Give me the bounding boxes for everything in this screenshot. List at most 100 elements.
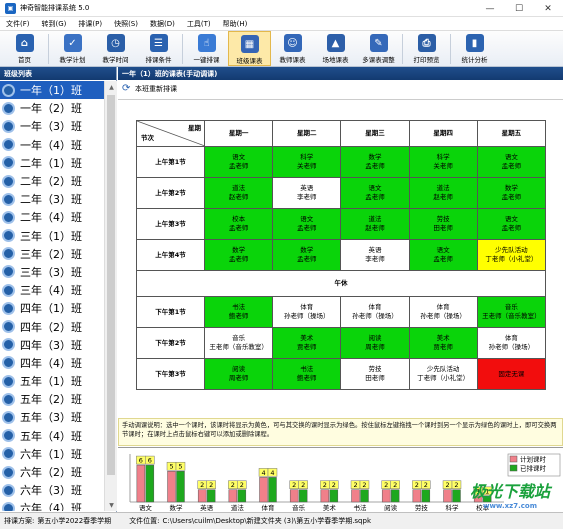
lesson-cell[interactable]: 音乐 王老师（音乐教室）: [476, 296, 547, 328]
class-list-item[interactable]: 三年（3）班: [0, 263, 104, 281]
lesson-cell[interactable]: 语文 孟老师: [203, 146, 274, 178]
class-list-item[interactable]: 五年（3）班: [0, 408, 104, 426]
toolbar-button[interactable]: ☰ 排课条件: [137, 31, 180, 66]
class-list-item[interactable]: 六年（1）班: [0, 445, 104, 463]
lesson-cell[interactable]: 阅读 周老师: [203, 358, 274, 390]
day-header: 星期二: [272, 120, 342, 147]
class-list-item[interactable]: 三年（1）班: [0, 227, 104, 245]
menu-item[interactable]: 工具(T): [181, 19, 217, 29]
lesson-cell[interactable]: 语文 孟老师: [476, 208, 547, 240]
menu-item[interactable]: 快照(S): [108, 19, 144, 29]
class-list-item[interactable]: 二年（4）班: [0, 208, 104, 226]
toolbar-button[interactable]: ◷ 教学时间: [94, 31, 137, 66]
toolbar-button[interactable]: ☺ 教师课表: [271, 31, 314, 66]
class-list-item[interactable]: 一年（3）班: [0, 117, 104, 135]
class-list-item[interactable]: 五年（4）班: [0, 427, 104, 445]
lesson-cell[interactable]: 道法 赵老师: [203, 177, 274, 209]
toolbar-button[interactable]: ⎙ 打印预览: [405, 31, 448, 66]
class-list-item[interactable]: 五年（1）班: [0, 372, 104, 390]
class-list-scrollbar[interactable]: ▲ ▼: [104, 81, 117, 511]
scroll-down-icon[interactable]: ▼: [105, 499, 118, 511]
lesson-cell[interactable]: 道法 赵老师: [408, 177, 478, 209]
toolbar-button[interactable]: ☝ 一键排课: [185, 31, 228, 66]
scheme-label: 排课方案:: [4, 517, 35, 525]
scrollbar-thumb[interactable]: [107, 95, 115, 475]
scroll-up-icon[interactable]: ▲: [105, 81, 118, 93]
toolbar-button[interactable]: ✎ 多课表调整: [357, 31, 400, 66]
lesson-cell[interactable]: 数学 孟老师: [272, 239, 342, 271]
lesson-cell[interactable]: 书法 鲍老师: [272, 358, 342, 390]
menu-item[interactable]: 排课(P): [72, 19, 108, 29]
class-list-item[interactable]: 一年（4）班: [0, 136, 104, 154]
lesson-cell[interactable]: 英语 李老师: [272, 177, 342, 209]
lesson-cell[interactable]: 劳技 田老师: [340, 358, 410, 390]
lesson-cell[interactable]: 少先队活动 丁老师（小礼堂）: [476, 239, 547, 271]
class-list-item[interactable]: 一年（2）班: [0, 99, 104, 117]
class-name: 六年（3）班: [20, 484, 82, 498]
lesson-subject: 道法: [368, 215, 382, 223]
chart-value-label: 2: [415, 481, 419, 489]
lesson-cell[interactable]: 英语 李老师: [340, 239, 410, 271]
reschedule-button[interactable]: ⟳ 本班重新排课: [122, 84, 177, 94]
lesson-cell[interactable]: 语文 孟老师: [408, 239, 478, 271]
lesson-cell[interactable]: 科学 关老师: [272, 146, 342, 178]
lesson-cell[interactable]: 少先队活动 丁老师（小礼堂）: [408, 358, 478, 390]
class-list-item[interactable]: 二年（2）班: [0, 172, 104, 190]
class-list-item[interactable]: 二年（1）班: [0, 154, 104, 172]
lesson-cell[interactable]: 体育 孙老师（操场）: [340, 296, 410, 328]
lesson-teacher: 孟老师: [297, 224, 317, 232]
toolbar-button[interactable]: ✓ 教学计划: [51, 31, 94, 66]
lesson-cell[interactable]: 数学 孟老师: [340, 146, 410, 178]
lesson-cell[interactable]: 语文 孟老师: [476, 146, 547, 178]
menu-item[interactable]: 数据(D): [144, 19, 181, 29]
lesson-cell[interactable]: 美术 贾老师: [272, 327, 342, 359]
lesson-cell[interactable]: 体育 孙老师（操场）: [476, 327, 547, 359]
lesson-cell[interactable]: 美术 贾老师: [408, 327, 478, 359]
lesson-subject: 数学: [300, 246, 314, 254]
class-list-item[interactable]: 四年（1）班: [0, 299, 104, 317]
maximize-icon[interactable]: ☐: [505, 0, 533, 17]
lesson-subject: 书法: [232, 303, 246, 311]
lesson-cell[interactable]: 道法 赵老师: [340, 208, 410, 240]
class-icon: [2, 374, 15, 388]
minimize-icon[interactable]: —: [476, 0, 504, 17]
lesson-subject: 体育: [300, 303, 314, 311]
toolbar-button[interactable]: ▮ 统计分析: [453, 31, 496, 66]
chart-value-label: 2: [240, 481, 244, 489]
lesson-cell[interactable]: 科学 关老师: [408, 146, 478, 178]
class-list-item[interactable]: 一年（1）班: [0, 81, 104, 100]
class-list-item[interactable]: 四年（2）班: [0, 317, 104, 335]
scheme-value: 第五小学2022春季学期: [37, 517, 112, 525]
lesson-cell[interactable]: 书法 鲍老师: [203, 296, 274, 328]
lesson-cell[interactable]: 校本 孟老师: [203, 208, 274, 240]
close-icon[interactable]: ✕: [534, 0, 562, 17]
lesson-cell[interactable]: 体育 孙老师（操场）: [272, 296, 342, 328]
lesson-cell[interactable]: 体育 孙老师（操场）: [408, 296, 478, 328]
class-list-item[interactable]: 五年（2）班: [0, 390, 104, 408]
class-list-item[interactable]: 四年（4）班: [0, 354, 104, 372]
lesson-cell[interactable]: 数学 孟老师: [203, 239, 274, 271]
menu-item[interactable]: 转到(G): [36, 19, 73, 29]
class-list-item[interactable]: 六年（2）班: [0, 463, 104, 481]
lesson-cell[interactable]: 劳技 田老师: [408, 208, 478, 240]
bar-chart-icon: ▮: [465, 34, 484, 52]
lesson-cell[interactable]: 阅读 周老师: [340, 327, 410, 359]
lesson-cell[interactable]: 语文 孟老师: [272, 208, 342, 240]
class-list-item[interactable]: 三年（4）班: [0, 281, 104, 299]
class-list-item[interactable]: 六年（3）班: [0, 481, 104, 499]
lesson-cell[interactable]: 数学 孟老师: [476, 177, 547, 209]
lesson-cell[interactable]: 音乐 王老师（音乐教室）: [203, 327, 274, 359]
toolbar-button[interactable]: ▦ 班级课表: [228, 31, 271, 66]
class-list-item[interactable]: 二年（3）班: [0, 190, 104, 208]
menu-item[interactable]: 文件(F): [0, 19, 36, 29]
menu-item[interactable]: 帮助(H): [217, 19, 254, 29]
class-list-item[interactable]: 三年（2）班: [0, 245, 104, 263]
toolbar-button[interactable]: ▲ 场地课表: [314, 31, 357, 66]
lesson-cell[interactable]: 固定无课: [476, 358, 547, 390]
class-list-item[interactable]: 六年（4）班: [0, 499, 104, 511]
app-logo-icon: ▣: [5, 2, 16, 14]
class-list-item[interactable]: 四年（3）班: [0, 336, 104, 354]
lesson-cell[interactable]: 语文 孟老师: [340, 177, 410, 209]
toolbar-button[interactable]: ⌂ 首页: [3, 31, 46, 66]
class-icon: [2, 138, 15, 152]
